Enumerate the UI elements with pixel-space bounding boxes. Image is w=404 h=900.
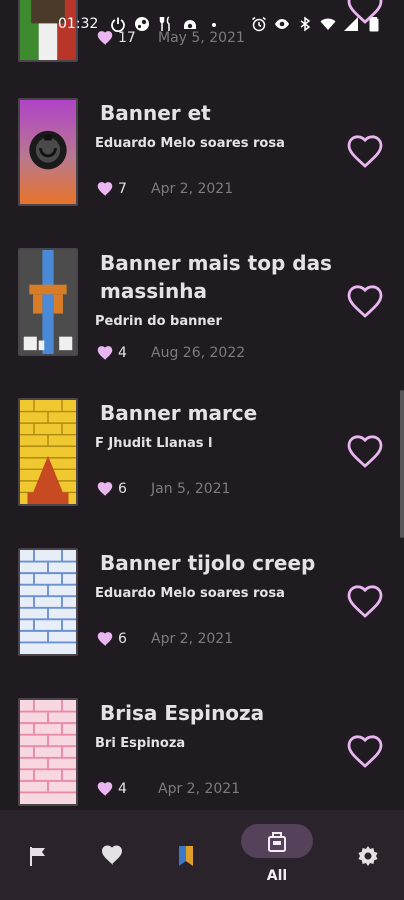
banner-date: Aug 26, 2022 [151,345,246,361]
banner-thumbnail[interactable] [18,248,78,356]
favorite-button[interactable] [345,732,385,772]
banner-date: Apr 2, 2021 [151,181,234,197]
heart-outline-icon [347,735,383,768]
banner-author[interactable]: Bri Espinoza [95,736,335,751]
app-screen: 01:32 17 May 5, 2021 Banner et Eduardo M… [0,0,404,900]
eye-icon [274,16,290,32]
nav-item-all[interactable]: All [241,810,313,900]
like-count-heart-icon [96,781,114,797]
banner-thumbnail[interactable] [18,98,78,206]
banner-date: Apr 2, 2021 [151,631,234,647]
banner-list-item[interactable]: Banner et Eduardo Melo soares rosa 7 Apr… [0,94,404,244]
nav-label-all: All [266,868,288,884]
banner-meta: 6 Apr 2, 2021 [96,630,296,648]
status-bar: 01:32 [0,14,404,36]
banner-title[interactable]: Banner marce [96,399,336,427]
nav-item-banners[interactable] [3,810,73,900]
like-count-heart-icon [96,181,114,197]
banner-thumbnail[interactable] [18,548,78,656]
banner-author[interactable]: F Jhudit Llanas l [95,436,335,451]
power-icon [110,16,126,32]
heart-outline-icon [347,135,383,168]
like-count: 4 [118,345,127,361]
banner-title[interactable]: Brisa Espinoza [96,699,336,727]
like-count: 4 [118,781,127,797]
heart-outline-icon [347,435,383,468]
gear-icon [356,844,380,868]
bookmark-icon [174,844,198,868]
banner-title[interactable]: Banner mais top das massinha [96,249,346,305]
heart-outline-icon [347,285,383,318]
favorite-button[interactable] [345,582,385,622]
banner-author[interactable]: Pedrin do banner [95,314,335,329]
nav-item-favorites[interactable] [77,810,147,900]
nav-item-settings[interactable] [333,810,403,900]
favorite-button[interactable] [345,132,385,172]
like-count-heart-icon [96,631,114,647]
favorite-button[interactable] [345,282,385,322]
nav-item-saved[interactable] [151,810,221,900]
favorite-button[interactable] [345,432,385,472]
like-count-heart-icon [96,345,114,361]
banner-title[interactable]: Banner et [96,99,336,127]
battery-icon [366,16,382,32]
banner-thumbnail[interactable] [18,698,78,806]
flag-icon [26,844,50,868]
status-time: 01:32 [58,16,99,32]
banner-author[interactable]: Eduardo Melo soares rosa [95,136,335,151]
heart-outline-icon [347,585,383,618]
like-count-heart-icon [96,481,114,497]
restaurant-icon [158,16,174,32]
banner-list-item[interactable]: Banner marce F Jhudit Llanas l 6 Jan 5, … [0,394,404,544]
signal-icon [343,16,359,32]
dot-icon [206,16,222,32]
cloud-icon [182,16,198,32]
like-count: 6 [118,631,127,647]
steam-icon [134,16,150,32]
banner-list-item[interactable]: Banner tijolo creep Eduardo Melo soares … [0,544,404,694]
all-banners-icon [265,830,289,854]
banner-thumbnail[interactable] [18,398,78,506]
heart-icon [100,844,124,868]
banner-date: Apr 2, 2021 [158,781,241,797]
like-count: 7 [118,181,127,197]
banner-meta: 7 Apr 2, 2021 [96,180,296,198]
like-count: 6 [118,481,127,497]
bottom-navigation: All [0,810,404,900]
status-icons-left [110,16,222,32]
banner-date: Jan 5, 2021 [151,481,231,497]
banner-title[interactable]: Banner tijolo creep [96,549,346,577]
list-scrollbar[interactable] [400,390,404,538]
banner-meta: 6 Jan 5, 2021 [96,480,296,498]
banner-meta: 4 Aug 26, 2022 [96,344,296,362]
wifi-icon [320,16,336,32]
status-icons-right [251,16,382,32]
banner-meta: 4 Apr 2, 2021 [96,780,296,798]
banner-author[interactable]: Eduardo Melo soares rosa [95,586,335,601]
banner-list-item[interactable]: Banner mais top das massinha Pedrin do b… [0,244,404,394]
alarm-icon [251,16,267,32]
bluetooth-icon [297,16,313,32]
